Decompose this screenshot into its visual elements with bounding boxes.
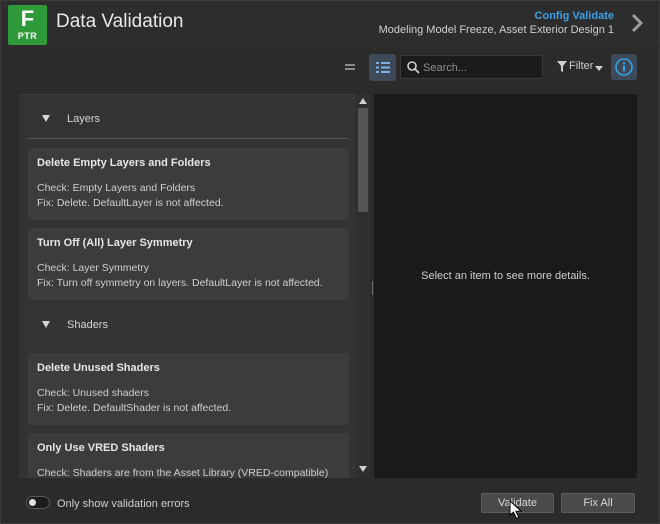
- item-title: Delete Unused Shaders: [37, 362, 160, 374]
- mouse-cursor-icon: [509, 500, 523, 520]
- app-logo: F PTR: [8, 5, 47, 45]
- details-empty-message: Select an item to see more details.: [421, 270, 590, 282]
- item-check: Check: Unused shaders: [37, 387, 150, 399]
- toggle-label: Only show validation errors: [57, 498, 190, 510]
- validation-list[interactable]: Layers Delete Empty Layers and Folders C…: [19, 94, 356, 478]
- item-title: Only Use VRED Shaders: [37, 442, 165, 454]
- only-errors-toggle[interactable]: [26, 496, 50, 509]
- collapse-triangle-icon[interactable]: [42, 115, 50, 122]
- item-fix: Fix: Delete. DefaultLayer is not affecte…: [37, 197, 224, 209]
- scroll-thumb[interactable]: [358, 108, 368, 212]
- item-fix: Fix: Turn off symmetry on layers. Defaul…: [37, 277, 323, 289]
- toolbar: Filter: [1, 45, 659, 91]
- list-item[interactable]: Delete Unused Shaders Check: Unused shad…: [28, 353, 349, 425]
- list-scrollbar[interactable]: [356, 94, 370, 478]
- item-fix: Fix: Delete. DefaultShader is not affect…: [37, 402, 232, 414]
- logo-subtitle: PTR: [17, 31, 38, 41]
- detail-view-icon: [376, 62, 390, 73]
- scroll-down-icon[interactable]: [359, 466, 367, 472]
- item-title: Delete Empty Layers and Folders: [37, 157, 211, 169]
- header: F PTR Data Validation Config Validate Mo…: [1, 1, 659, 45]
- item-check: Check: Shaders are from the Asset Librar…: [37, 467, 329, 478]
- info-button[interactable]: [611, 54, 637, 80]
- chevron-down-icon: [595, 66, 603, 71]
- group-title: Shaders: [67, 319, 108, 331]
- list-item[interactable]: Only Use VRED Shaders Check: Shaders are…: [28, 433, 349, 478]
- list-view-icon[interactable]: [339, 59, 361, 75]
- group-title: Layers: [67, 113, 101, 125]
- chevron-right-icon[interactable]: [629, 13, 645, 33]
- item-check: Check: Layer Symmetry: [37, 262, 150, 274]
- page-title: Data Validation: [56, 11, 184, 32]
- info-icon: [615, 58, 633, 76]
- details-panel: Select an item to see more details.: [374, 94, 637, 478]
- group-header-shaders[interactable]: Shaders: [27, 305, 348, 345]
- item-title: Turn Off (All) Layer Symmetry: [37, 237, 193, 249]
- filter-label: Filter: [569, 60, 594, 72]
- logo-letter: F: [20, 6, 35, 31]
- config-subtitle: Modeling Model Freeze, Asset Exterior De…: [378, 24, 614, 36]
- search-box[interactable]: [400, 55, 543, 79]
- data-validation-window: F PTR Data Validation Config Validate Mo…: [0, 0, 660, 524]
- list-item[interactable]: Delete Empty Layers and Folders Check: E…: [28, 148, 349, 220]
- search-icon: [407, 61, 420, 74]
- config-validate-link[interactable]: Config Validate: [535, 10, 614, 22]
- filter-icon: [557, 61, 567, 72]
- scroll-up-icon[interactable]: [359, 98, 367, 104]
- search-input[interactable]: [423, 59, 538, 76]
- toggle-knob: [29, 499, 36, 506]
- list-item[interactable]: Turn Off (All) Layer Symmetry Check: Lay…: [28, 228, 349, 300]
- detail-view-button[interactable]: [369, 54, 396, 81]
- item-check: Check: Empty Layers and Folders: [37, 182, 196, 194]
- fix-all-button[interactable]: Fix All: [561, 493, 635, 513]
- collapse-triangle-icon[interactable]: [42, 321, 50, 328]
- group-header-layers[interactable]: Layers: [27, 99, 348, 139]
